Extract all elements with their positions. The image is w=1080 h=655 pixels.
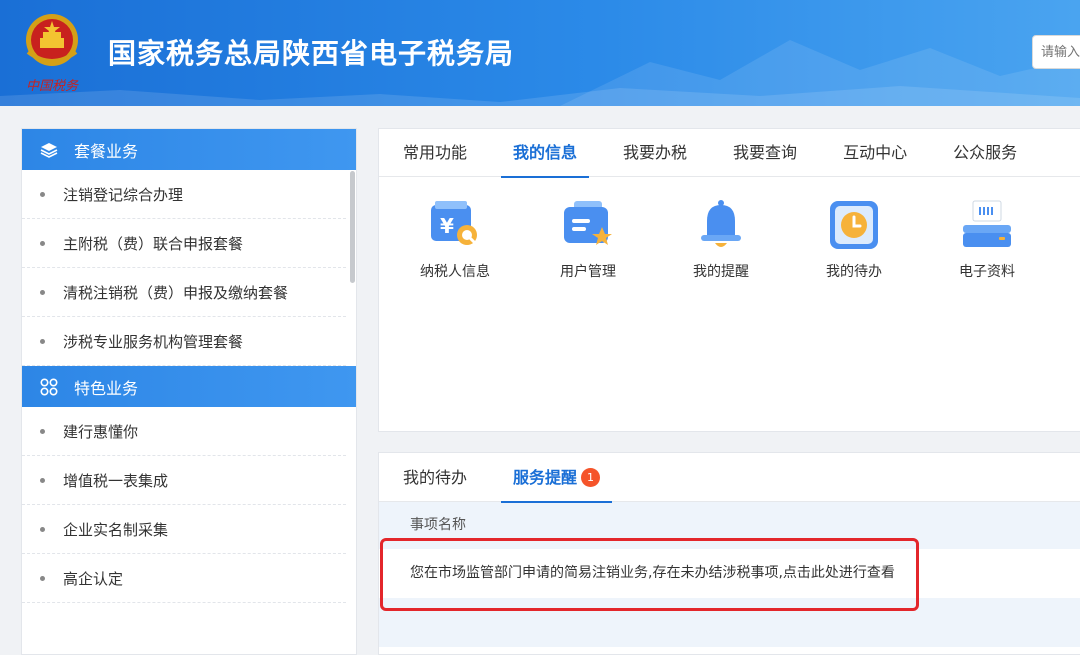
sidebar-item-label: 高企认定 (63, 569, 124, 588)
tab-my-info[interactable]: 我的信息 (501, 129, 590, 178)
bullet-dot (40, 289, 45, 295)
sidebar-item[interactable]: 清税注销税（费）申报及缴纳套餐 (22, 268, 346, 317)
bullet-dot (40, 428, 45, 434)
grid-icon (40, 377, 58, 396)
bullet-dot (40, 526, 45, 532)
sidebar-item-label: 企业实名制采集 (63, 520, 169, 539)
function-panel: 常用功能 我的信息 我要办税 我要查询 互动中心 公众服务 ¥ 纳税人信息 用户… (378, 128, 1080, 432)
bullet-dot (40, 477, 45, 483)
svg-text:¥: ¥ (440, 214, 454, 238)
sidebar-item-label: 涉税专业服务机构管理套餐 (63, 332, 244, 351)
sidebar: 套餐业务 注销登记综合办理 主附税（费）联合申报套餐 清税注销税（费）申报及缴纳… (21, 128, 357, 655)
tab-tax-handling[interactable]: 我要办税 (611, 129, 699, 177)
tax-emblem-logo: 中国税务 (18, 8, 86, 96)
sidebar-item-label: 清税注销税（费）申报及缴纳套餐 (63, 283, 289, 302)
function-taxpayer-info[interactable]: ¥ 纳税人信息 (405, 197, 538, 281)
highlight-box (380, 538, 919, 611)
sidebar-section-title: 套餐业务 (74, 141, 139, 161)
sidebar-section-featured[interactable]: 特色业务 (22, 366, 356, 407)
tab-my-todo[interactable]: 我的待办 (391, 453, 479, 502)
sidebar-item-label: 建行惠懂你 (63, 422, 139, 441)
scanner-icon (963, 200, 1011, 247)
sidebar-section-packages[interactable]: 套餐业务 (22, 129, 356, 170)
function-label: 用户管理 (560, 264, 616, 280)
sidebar-item[interactable]: 增值税一表集成 (22, 456, 346, 505)
sidebar-item[interactable]: 企业实名制采集 (22, 505, 346, 554)
service-tabs: 我的待办 服务提醒 1 (379, 453, 1080, 503)
sidebar-item[interactable]: 建行惠懂你 (22, 407, 346, 456)
layers-icon (40, 141, 58, 159)
bell-icon (701, 200, 741, 247)
sidebar-item-label: 注销登记综合办理 (63, 185, 184, 204)
function-my-todo[interactable]: 我的待办 (804, 197, 937, 281)
clock-icon (830, 201, 878, 249)
svg-text:中国税务: 中国税务 (26, 79, 79, 94)
site-title: 国家税务总局陕西省电子税务局 (108, 37, 515, 70)
function-label: 电子资料 (959, 264, 1015, 280)
function-label: 我的提醒 (693, 264, 749, 280)
tab-public-service[interactable]: 公众服务 (941, 129, 1029, 177)
sidebar-item[interactable]: 涉税专业服务机构管理套餐 (22, 317, 346, 366)
user-management-icon (564, 201, 612, 245)
bullet-dot (40, 575, 45, 581)
tab-interaction-center[interactable]: 互动中心 (831, 129, 919, 177)
function-my-reminders[interactable]: 我的提醒 (671, 197, 804, 281)
sidebar-item[interactable]: 主附税（费）联合申报套餐 (22, 219, 346, 268)
bullet-dot (40, 191, 45, 197)
sidebar-scrollbar[interactable] (350, 171, 355, 283)
tab-label: 服务提醒 (513, 468, 578, 487)
function-label: 我的待办 (826, 264, 882, 280)
sidebar-item[interactable]: 注销登记综合办理 (22, 170, 346, 219)
function-label: 纳税人信息 (420, 264, 490, 280)
function-user-management[interactable]: 用户管理 (538, 197, 671, 281)
sidebar-item-label: 主附税（费）联合申报套餐 (63, 234, 244, 253)
sidebar-item-label: 增值税一表集成 (63, 471, 169, 490)
taxpayer-info-icon: ¥ (431, 201, 478, 246)
function-icons-row: ¥ 纳税人信息 用户管理 我的提醒 我的待办 电子资料 (379, 177, 1080, 281)
site-header: 中国税务 国家税务总局陕西省电子税务局 (0, 0, 1080, 106)
sidebar-section-title: 特色业务 (74, 378, 139, 398)
sidebar-item[interactable]: 高企认定 (22, 554, 346, 603)
bullet-dot (40, 338, 45, 344)
tab-query[interactable]: 我要查询 (721, 129, 809, 177)
tab-common-functions[interactable]: 常用功能 (391, 129, 479, 177)
function-electronic-docs[interactable]: 电子资料 (937, 197, 1070, 281)
bullet-dot (40, 240, 45, 246)
tab-service-reminders[interactable]: 服务提醒 1 (501, 453, 613, 503)
notification-badge: 1 (581, 468, 601, 487)
search-input[interactable] (1032, 35, 1080, 69)
main-tabs: 常用功能 我的信息 我要办税 我要查询 互动中心 公众服务 (379, 129, 1080, 178)
